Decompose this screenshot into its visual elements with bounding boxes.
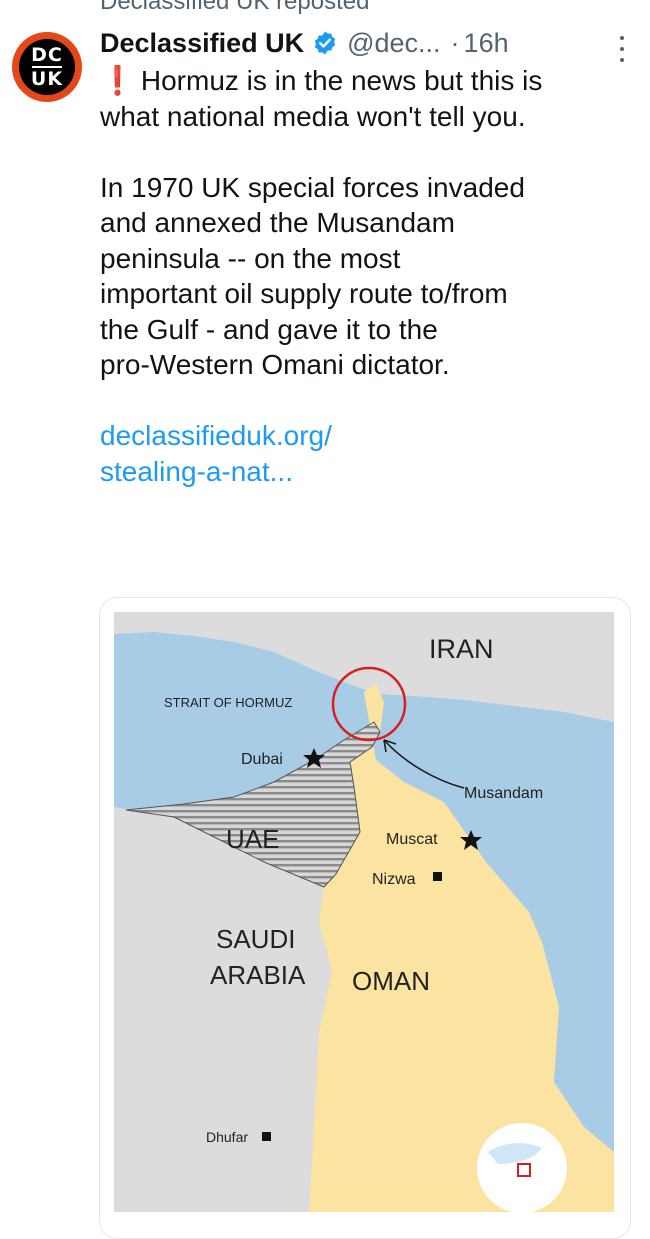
dhufar-square-icon <box>262 1132 271 1141</box>
label-musandam: Musandam <box>464 785 543 802</box>
post-header: Declassified UK @dec... · 16h <box>100 24 638 62</box>
map-image[interactable]: IRAN STRAIT OF HORMUZ Dubai Musandam UAE… <box>114 612 614 1212</box>
map-svg: IRAN STRAIT OF HORMUZ Dubai Musandam UAE… <box>114 612 614 1212</box>
post-text-line: the Gulf - and gave it to the <box>100 313 438 345</box>
author-name[interactable]: Declassified UK <box>100 28 304 59</box>
media-card[interactable]: IRAN STRAIT OF HORMUZ Dubai Musandam UAE… <box>99 597 631 1239</box>
post-text-line: and annexed the Musandam <box>100 207 455 238</box>
label-oman: OMAN <box>352 966 430 996</box>
post-text-blank <box>100 134 640 170</box>
repost-indicator: Declassified UK reposted <box>100 0 370 15</box>
avatar[interactable]: DC UK <box>12 32 82 102</box>
separator-dot: · <box>450 27 460 58</box>
label-nizwa: Nizwa <box>372 871 416 888</box>
label-dubai: Dubai <box>241 751 283 768</box>
label-strait: STRAIT OF HORMUZ <box>164 695 292 710</box>
label-iran: IRAN <box>429 634 494 664</box>
post-link[interactable]: stealing-a-nat... <box>100 454 640 490</box>
label-saudi-1: SAUDI <box>216 924 295 954</box>
label-saudi-2: ARABIA <box>210 960 306 990</box>
post-text: ❗ Hormuz is in the news but this is what … <box>100 63 640 489</box>
post-text-blank <box>100 383 640 419</box>
post-link[interactable]: declassifieduk.org/ <box>100 418 640 454</box>
more-options-icon[interactable] <box>620 36 626 62</box>
verified-badge-icon <box>314 31 336 55</box>
label-uae: UAE <box>226 824 279 854</box>
post-text-line: what national media won't tell you. <box>100 100 526 132</box>
nizwa-square-icon <box>433 872 442 881</box>
exclamation-icon: ❗ <box>100 65 135 96</box>
avatar-text-bottom: UK <box>30 68 64 90</box>
post-time[interactable]: 16h <box>464 28 509 59</box>
author-handle[interactable]: @dec... <box>347 28 440 59</box>
post-text-line: important oil supply route to/from <box>100 278 508 309</box>
label-dhufar: Dhufar <box>206 1129 248 1145</box>
post-text-line: ❗ Hormuz is in the news but this is <box>100 65 543 96</box>
post-text-line: pro-Western Omani dictator. <box>100 349 450 380</box>
avatar-logo: DC UK <box>19 39 75 95</box>
post-text-line: In 1970 UK special forces invaded <box>100 171 525 203</box>
avatar-text-top: DC <box>31 44 63 66</box>
post-text-line: peninsula -- on the most <box>100 242 401 274</box>
label-muscat: Muscat <box>386 831 438 848</box>
